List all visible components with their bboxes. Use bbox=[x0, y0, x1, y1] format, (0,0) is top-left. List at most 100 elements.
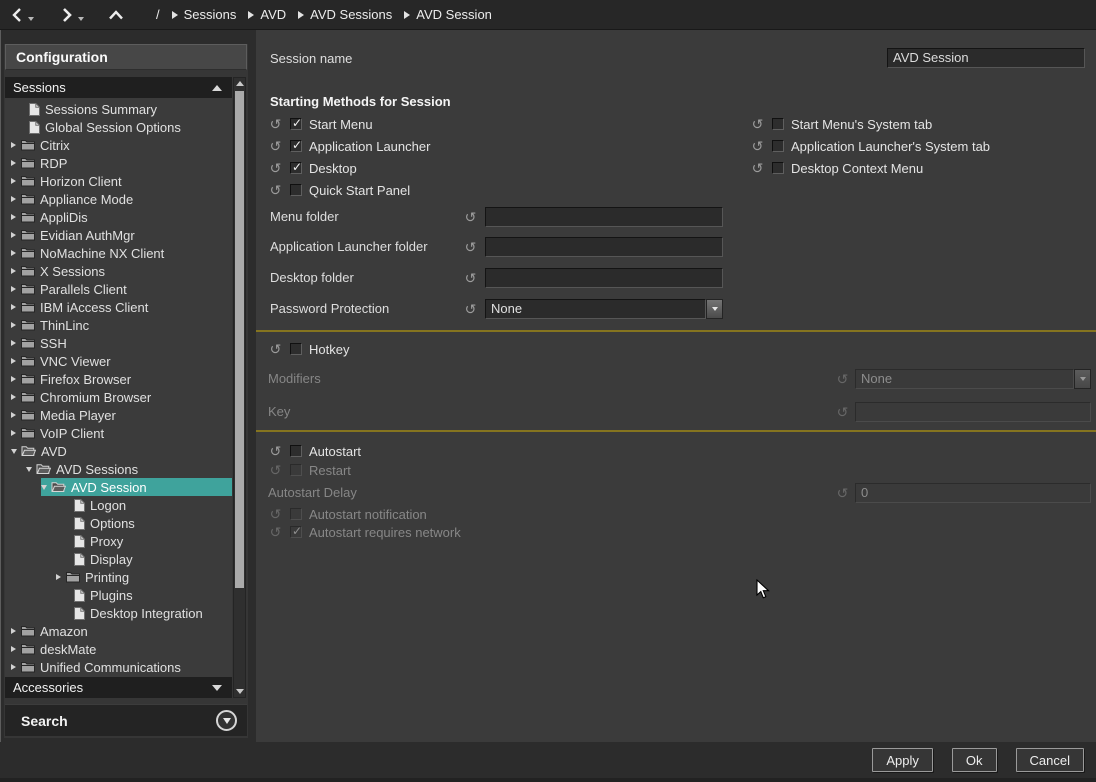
tree-item-unified-communications[interactable]: Unified Communications bbox=[5, 658, 232, 676]
reset-icon[interactable]: ↺ bbox=[750, 139, 765, 153]
reset-icon[interactable]: ↺ bbox=[463, 302, 478, 316]
expand-arrow-icon[interactable] bbox=[11, 322, 16, 328]
reset-icon[interactable]: ↺ bbox=[750, 117, 765, 131]
tree-item-desktop-integration[interactable]: Desktop Integration bbox=[5, 604, 232, 622]
tree-item-nomachine-nx-client[interactable]: NoMachine NX Client bbox=[5, 244, 232, 262]
expand-arrow-icon[interactable] bbox=[11, 142, 16, 148]
tree-item-options[interactable]: Options bbox=[5, 514, 232, 532]
tree-item-chromium-browser[interactable]: Chromium Browser bbox=[5, 388, 232, 406]
tree-scrollbar[interactable] bbox=[233, 77, 246, 698]
collapse-arrow-icon[interactable] bbox=[41, 485, 47, 490]
expand-arrow-icon[interactable] bbox=[11, 250, 16, 256]
menu-folder-input[interactable] bbox=[485, 207, 723, 227]
scroll-up-icon[interactable] bbox=[236, 81, 244, 86]
tree-item-thinlinc[interactable]: ThinLinc bbox=[5, 316, 232, 334]
desktop-checkbox[interactable] bbox=[290, 162, 302, 174]
application-launcher-s-system-tab-checkbox[interactable] bbox=[772, 140, 784, 152]
expand-arrow-icon[interactable] bbox=[11, 430, 16, 436]
ok-button[interactable]: Ok bbox=[952, 748, 997, 772]
tree-item-media-player[interactable]: Media Player bbox=[5, 406, 232, 424]
tree-item-avd-sessions[interactable]: AVD Sessions bbox=[5, 460, 232, 478]
tree-item-rdp[interactable]: RDP bbox=[5, 154, 232, 172]
application-launcher-checkbox[interactable] bbox=[290, 140, 302, 152]
reset-icon[interactable]: ↺ bbox=[463, 210, 478, 224]
reset-icon[interactable]: ↺ bbox=[463, 271, 478, 285]
breadcrumb-item-sessions[interactable]: Sessions bbox=[172, 7, 237, 22]
tree-item-ssh[interactable]: SSH bbox=[5, 334, 232, 352]
start-menu-s-system-tab-checkbox[interactable] bbox=[772, 118, 784, 130]
expand-arrow-icon[interactable] bbox=[11, 358, 16, 364]
up-button[interactable] bbox=[106, 3, 126, 27]
tree-item-ibm-iaccess-client[interactable]: IBM iAccess Client bbox=[5, 298, 232, 316]
apply-button[interactable]: Apply bbox=[872, 748, 933, 772]
tree-item-voip-client[interactable]: VoIP Client bbox=[5, 424, 232, 442]
collapse-arrow-icon[interactable] bbox=[11, 449, 17, 454]
tree-item-proxy[interactable]: Proxy bbox=[5, 532, 232, 550]
autostart-checkbox[interactable] bbox=[290, 445, 302, 457]
breadcrumb-item-avd-session[interactable]: AVD Session bbox=[404, 7, 492, 22]
expand-arrow-icon[interactable] bbox=[11, 214, 16, 220]
tree-item-parallels-client[interactable]: Parallels Client bbox=[5, 280, 232, 298]
dropdown-arrow-icon[interactable] bbox=[706, 299, 723, 319]
tree-item-citrix[interactable]: Citrix bbox=[5, 136, 232, 154]
expand-arrow-icon[interactable] bbox=[11, 394, 16, 400]
reset-icon[interactable]: ↺ bbox=[268, 183, 283, 197]
expand-arrow-icon[interactable] bbox=[11, 646, 16, 652]
back-button[interactable] bbox=[8, 3, 26, 27]
breadcrumb-item-avd-sessions[interactable]: AVD Sessions bbox=[298, 7, 392, 22]
password-protection-select[interactable]: None bbox=[485, 299, 723, 319]
tree-item-avd[interactable]: AVD bbox=[5, 442, 232, 460]
forward-button[interactable] bbox=[58, 3, 76, 27]
reset-icon[interactable]: ↺ bbox=[268, 342, 283, 356]
hotkey-checkbox[interactable] bbox=[290, 343, 302, 355]
expand-arrow-icon[interactable] bbox=[11, 268, 16, 274]
desktop-folder-input[interactable] bbox=[485, 268, 723, 288]
start-menu-checkbox[interactable] bbox=[290, 118, 302, 130]
expand-arrow-icon[interactable] bbox=[11, 286, 16, 292]
tree-item-printing[interactable]: Printing bbox=[5, 568, 232, 586]
reset-icon[interactable]: ↺ bbox=[268, 444, 283, 458]
cancel-button[interactable]: Cancel bbox=[1016, 748, 1084, 772]
tree-item-appliance-mode[interactable]: Appliance Mode bbox=[5, 190, 232, 208]
tree-item-x-sessions[interactable]: X Sessions bbox=[5, 262, 232, 280]
forward-history-dropdown-icon[interactable] bbox=[78, 17, 84, 21]
scroll-down-icon[interactable] bbox=[236, 689, 244, 694]
expand-arrow-icon[interactable] bbox=[11, 376, 16, 382]
expand-arrow-icon[interactable] bbox=[11, 160, 16, 166]
tree-item-plugins[interactable]: Plugins bbox=[5, 586, 232, 604]
tree-item-applidis[interactable]: AppliDis bbox=[5, 208, 232, 226]
expand-arrow-icon[interactable] bbox=[11, 628, 16, 634]
expand-arrow-icon[interactable] bbox=[11, 664, 16, 670]
back-history-dropdown-icon[interactable] bbox=[28, 17, 34, 21]
accessories-section-header[interactable]: Accessories bbox=[5, 677, 232, 698]
search-expand-button[interactable] bbox=[216, 710, 237, 731]
reset-icon[interactable]: ↺ bbox=[463, 240, 478, 254]
breadcrumb-root[interactable]: / bbox=[156, 7, 160, 22]
tree-item-evidian-authmgr[interactable]: Evidian AuthMgr bbox=[5, 226, 232, 244]
expand-arrow-icon[interactable] bbox=[11, 232, 16, 238]
breadcrumb-item-avd[interactable]: AVD bbox=[248, 7, 286, 22]
reset-icon[interactable]: ↺ bbox=[268, 117, 283, 131]
expand-arrow-icon[interactable] bbox=[11, 412, 16, 418]
search-section-header[interactable]: Search bbox=[5, 704, 247, 736]
sessions-section-header[interactable]: Sessions bbox=[5, 77, 232, 98]
desktop-context-menu-checkbox[interactable] bbox=[772, 162, 784, 174]
tree-item-deskmate[interactable]: deskMate bbox=[5, 640, 232, 658]
reset-icon[interactable]: ↺ bbox=[268, 161, 283, 175]
tree-item-vnc-viewer[interactable]: VNC Viewer bbox=[5, 352, 232, 370]
tree-item-sessions-summary[interactable]: Sessions Summary bbox=[5, 100, 232, 118]
tree-item-display[interactable]: Display bbox=[5, 550, 232, 568]
reset-icon[interactable]: ↺ bbox=[268, 139, 283, 153]
expand-arrow-icon[interactable] bbox=[11, 196, 16, 202]
application-launcher-folder-input[interactable] bbox=[485, 237, 723, 257]
tree-item-logon[interactable]: Logon bbox=[5, 496, 232, 514]
reset-icon[interactable]: ↺ bbox=[750, 161, 765, 175]
expand-arrow-icon[interactable] bbox=[11, 304, 16, 310]
collapse-arrow-icon[interactable] bbox=[26, 467, 32, 472]
tree-item-avd-session[interactable]: AVD Session bbox=[5, 478, 232, 496]
expand-arrow-icon[interactable] bbox=[11, 178, 16, 184]
expand-arrow-icon[interactable] bbox=[56, 574, 61, 580]
quick-start-panel-checkbox[interactable] bbox=[290, 184, 302, 196]
session-name-input[interactable]: AVD Session bbox=[887, 48, 1085, 68]
scrollbar-thumb[interactable] bbox=[235, 91, 244, 588]
